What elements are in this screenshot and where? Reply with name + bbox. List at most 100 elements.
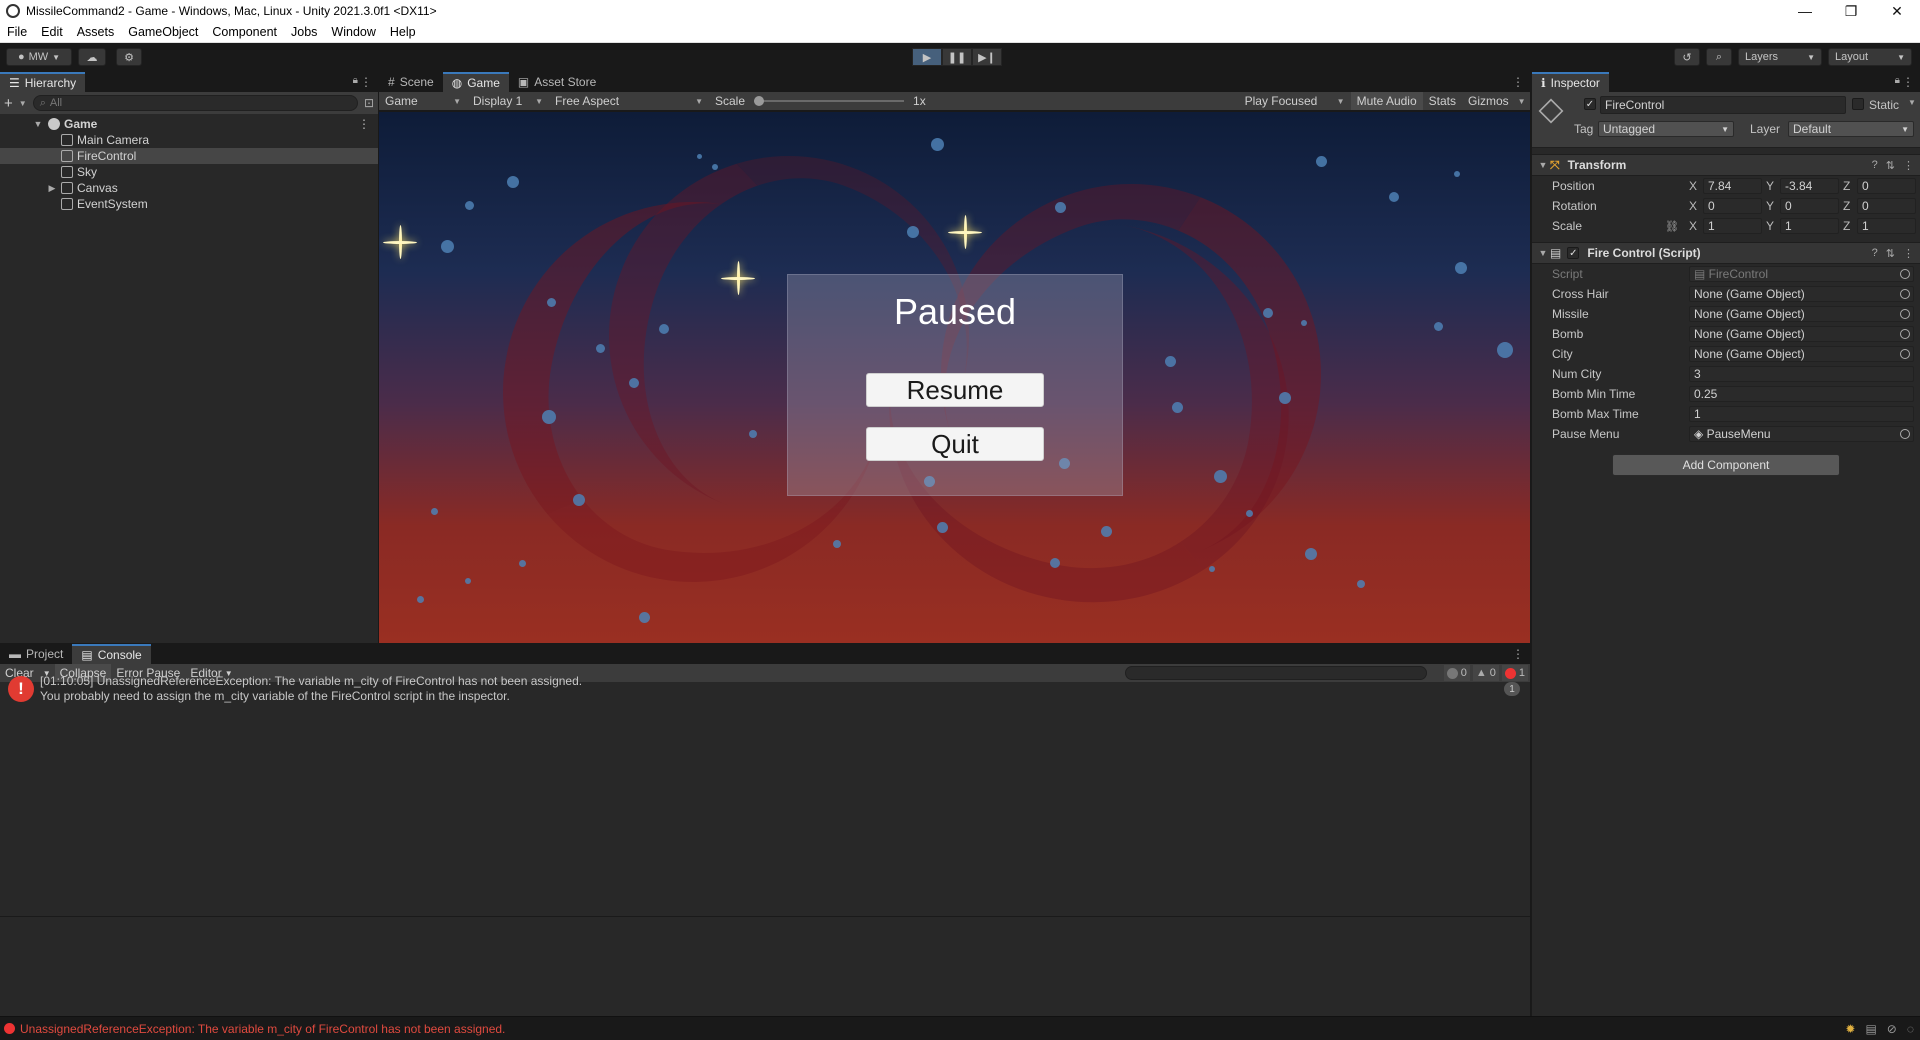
kebab-menu-icon[interactable]: ⋮ <box>1903 247 1914 260</box>
cloud-button[interactable]: ☁ <box>78 48 106 66</box>
scale-slider-knob[interactable] <box>754 96 765 106</box>
menu-component[interactable]: Component <box>205 25 284 39</box>
quit-button[interactable]: Quit <box>866 427 1044 461</box>
cross-hair-field[interactable]: None (Game Object) <box>1689 286 1914 302</box>
tab-inspector[interactable]: ℹ Inspector <box>1532 72 1609 92</box>
fold-arrow-icon[interactable]: ▼ <box>32 119 44 129</box>
tab-console[interactable]: ▤ Console <box>72 644 151 664</box>
scale-slider[interactable] <box>754 96 905 106</box>
static-checkbox[interactable] <box>1852 98 1864 110</box>
kebab-menu-icon[interactable]: ⋮ <box>1512 75 1524 89</box>
rotation-x-field[interactable]: 0 <box>1703 198 1762 214</box>
kebab-menu-icon[interactable]: ⋮ <box>358 117 370 131</box>
status-message[interactable]: UnassignedReferenceException: The variab… <box>20 1022 505 1036</box>
kebab-menu-icon[interactable]: ⋮ <box>360 75 372 89</box>
stats-toggle[interactable]: Stats <box>1423 92 1462 110</box>
hierarchy-item-firecontrol[interactable]: FireControl <box>0 148 378 164</box>
debug-bug-icon[interactable]: ✹ <box>1845 1022 1855 1036</box>
lock-icon[interactable]: 🔒︎ <box>353 75 358 86</box>
city-field[interactable]: None (Game Object) <box>1689 346 1914 362</box>
menu-help[interactable]: Help <box>383 25 423 39</box>
fold-arrow-icon[interactable]: ▼ <box>1536 160 1550 170</box>
object-picker-icon[interactable] <box>1900 309 1910 319</box>
filter-icon[interactable]: ⊡ <box>364 96 374 110</box>
preset-icon[interactable]: ⇅ <box>1886 159 1895 172</box>
tab-project[interactable]: ▬ Project <box>0 644 72 664</box>
lock-icon[interactable]: 🔒︎ <box>1895 75 1900 86</box>
bomb-max-time-field[interactable]: 1 <box>1689 406 1914 422</box>
preset-icon[interactable]: ⇅ <box>1886 247 1895 260</box>
add-icon[interactable]: + <box>4 95 13 112</box>
collab-button[interactable]: ⚙ <box>116 48 142 66</box>
aspect-dropdown[interactable]: Free Aspect ▼ <box>549 92 709 110</box>
add-component-button[interactable]: Add Component <box>1612 454 1840 476</box>
object-picker-icon[interactable] <box>1900 349 1910 359</box>
position-y-field[interactable]: -3.84 <box>1780 178 1839 194</box>
mute-audio-toggle[interactable]: Mute Audio <box>1350 92 1423 110</box>
chevron-down-icon[interactable]: ▼ <box>19 99 27 108</box>
display-dropdown[interactable]: Display 1 ▼ <box>467 92 549 110</box>
kebab-menu-icon[interactable]: ⋮ <box>1903 159 1914 172</box>
rotation-z-field[interactable]: 0 <box>1857 198 1916 214</box>
tab-hierarchy[interactable]: ☰ Hierarchy <box>0 72 86 92</box>
component-enabled-checkbox[interactable]: ✓ <box>1567 247 1580 259</box>
cache-server-icon[interactable]: ▤ <box>1865 1022 1876 1036</box>
link-icon[interactable]: ⛓ <box>1665 220 1679 233</box>
chevron-down-icon[interactable]: ▼ <box>1908 98 1916 107</box>
object-picker-icon[interactable] <box>1900 429 1910 439</box>
hierarchy-item-sky[interactable]: Sky <box>0 164 378 180</box>
tab-scene[interactable]: # Scene <box>379 72 443 92</box>
close-button[interactable]: ✕ <box>1874 0 1920 22</box>
rotation-y-field[interactable]: 0 <box>1780 198 1839 214</box>
progress-icon[interactable]: ◌ <box>1907 1022 1914 1036</box>
play-button[interactable]: ▶ <box>912 48 942 66</box>
maximize-button[interactable]: ❐ <box>1828 0 1874 22</box>
console-detail-divider[interactable] <box>0 916 1530 917</box>
bomb-field[interactable]: None (Game Object) <box>1689 326 1914 342</box>
menu-window[interactable]: Window <box>324 25 382 39</box>
tag-dropdown[interactable]: Untagged ▼ <box>1598 121 1734 137</box>
search-button[interactable]: ⌕ <box>1706 48 1732 66</box>
tab-asset-store[interactable]: ▣ Asset Store <box>509 72 605 92</box>
tab-game[interactable]: ◍ Game <box>442 72 509 92</box>
object-picker-icon[interactable] <box>1900 289 1910 299</box>
hierarchy-item-canvas[interactable]: ▶ Canvas <box>0 180 378 196</box>
menu-gameobject[interactable]: GameObject <box>121 25 205 39</box>
step-button[interactable]: ▶❙ <box>972 48 1002 66</box>
minimize-button[interactable]: — <box>1782 0 1828 22</box>
layers-dropdown[interactable]: Layers ▼ <box>1738 48 1822 66</box>
pause-menu-field[interactable]: ◈ PauseMenu <box>1689 426 1914 442</box>
layer-dropdown[interactable]: Default ▼ <box>1788 121 1914 137</box>
hierarchy-item-main-camera[interactable]: Main Camera <box>0 132 378 148</box>
menu-edit[interactable]: Edit <box>34 25 70 39</box>
kebab-menu-icon[interactable]: ⋮ <box>1512 647 1524 661</box>
position-x-field[interactable]: 7.84 <box>1703 178 1762 194</box>
pause-button[interactable]: ❚❚ <box>942 48 972 66</box>
fold-arrow-icon[interactable]: ▼ <box>1536 248 1550 258</box>
menu-assets[interactable]: Assets <box>70 25 122 39</box>
gizmos-dropdown[interactable]: Gizmos ▼ <box>1462 92 1530 110</box>
bomb-min-time-field[interactable]: 0.25 <box>1689 386 1914 402</box>
help-icon[interactable]: ? <box>1872 247 1878 260</box>
missile-field[interactable]: None (Game Object) <box>1689 306 1914 322</box>
transform-component-header[interactable]: ▼ ⤧ Transform ? ⇅ ⋮ <box>1532 154 1920 176</box>
chevron-right-icon[interactable]: ▶ <box>46 183 58 194</box>
hierarchy-scene-row[interactable]: ▼ Game ⋮ <box>0 116 378 132</box>
hierarchy-search-input[interactable]: ⌕ All <box>32 95 358 111</box>
num-city-field[interactable]: 3 <box>1689 366 1914 382</box>
game-mode-dropdown[interactable]: Game ▼ <box>379 92 467 110</box>
help-icon[interactable]: ? <box>1872 159 1878 172</box>
layout-dropdown[interactable]: Layout ▼ <box>1828 48 1912 66</box>
scale-z-field[interactable]: 1 <box>1857 218 1916 234</box>
hierarchy-item-eventsystem[interactable]: EventSystem <box>0 196 378 212</box>
object-picker-icon[interactable] <box>1900 329 1910 339</box>
history-button[interactable]: ↺ <box>1674 48 1700 66</box>
console-log-entry[interactable]: ! [01:10:05] UnassignedReferenceExceptio… <box>0 674 1530 706</box>
menu-jobs[interactable]: Jobs <box>284 25 324 39</box>
active-checkbox[interactable]: ✓ <box>1584 98 1596 110</box>
menu-file[interactable]: File <box>0 25 34 39</box>
scale-x-field[interactable]: 1 <box>1703 218 1762 234</box>
position-z-field[interactable]: 0 <box>1857 178 1916 194</box>
resume-button[interactable]: Resume <box>866 373 1044 407</box>
game-render-canvas[interactable]: Paused Resume Quit <box>379 112 1530 643</box>
